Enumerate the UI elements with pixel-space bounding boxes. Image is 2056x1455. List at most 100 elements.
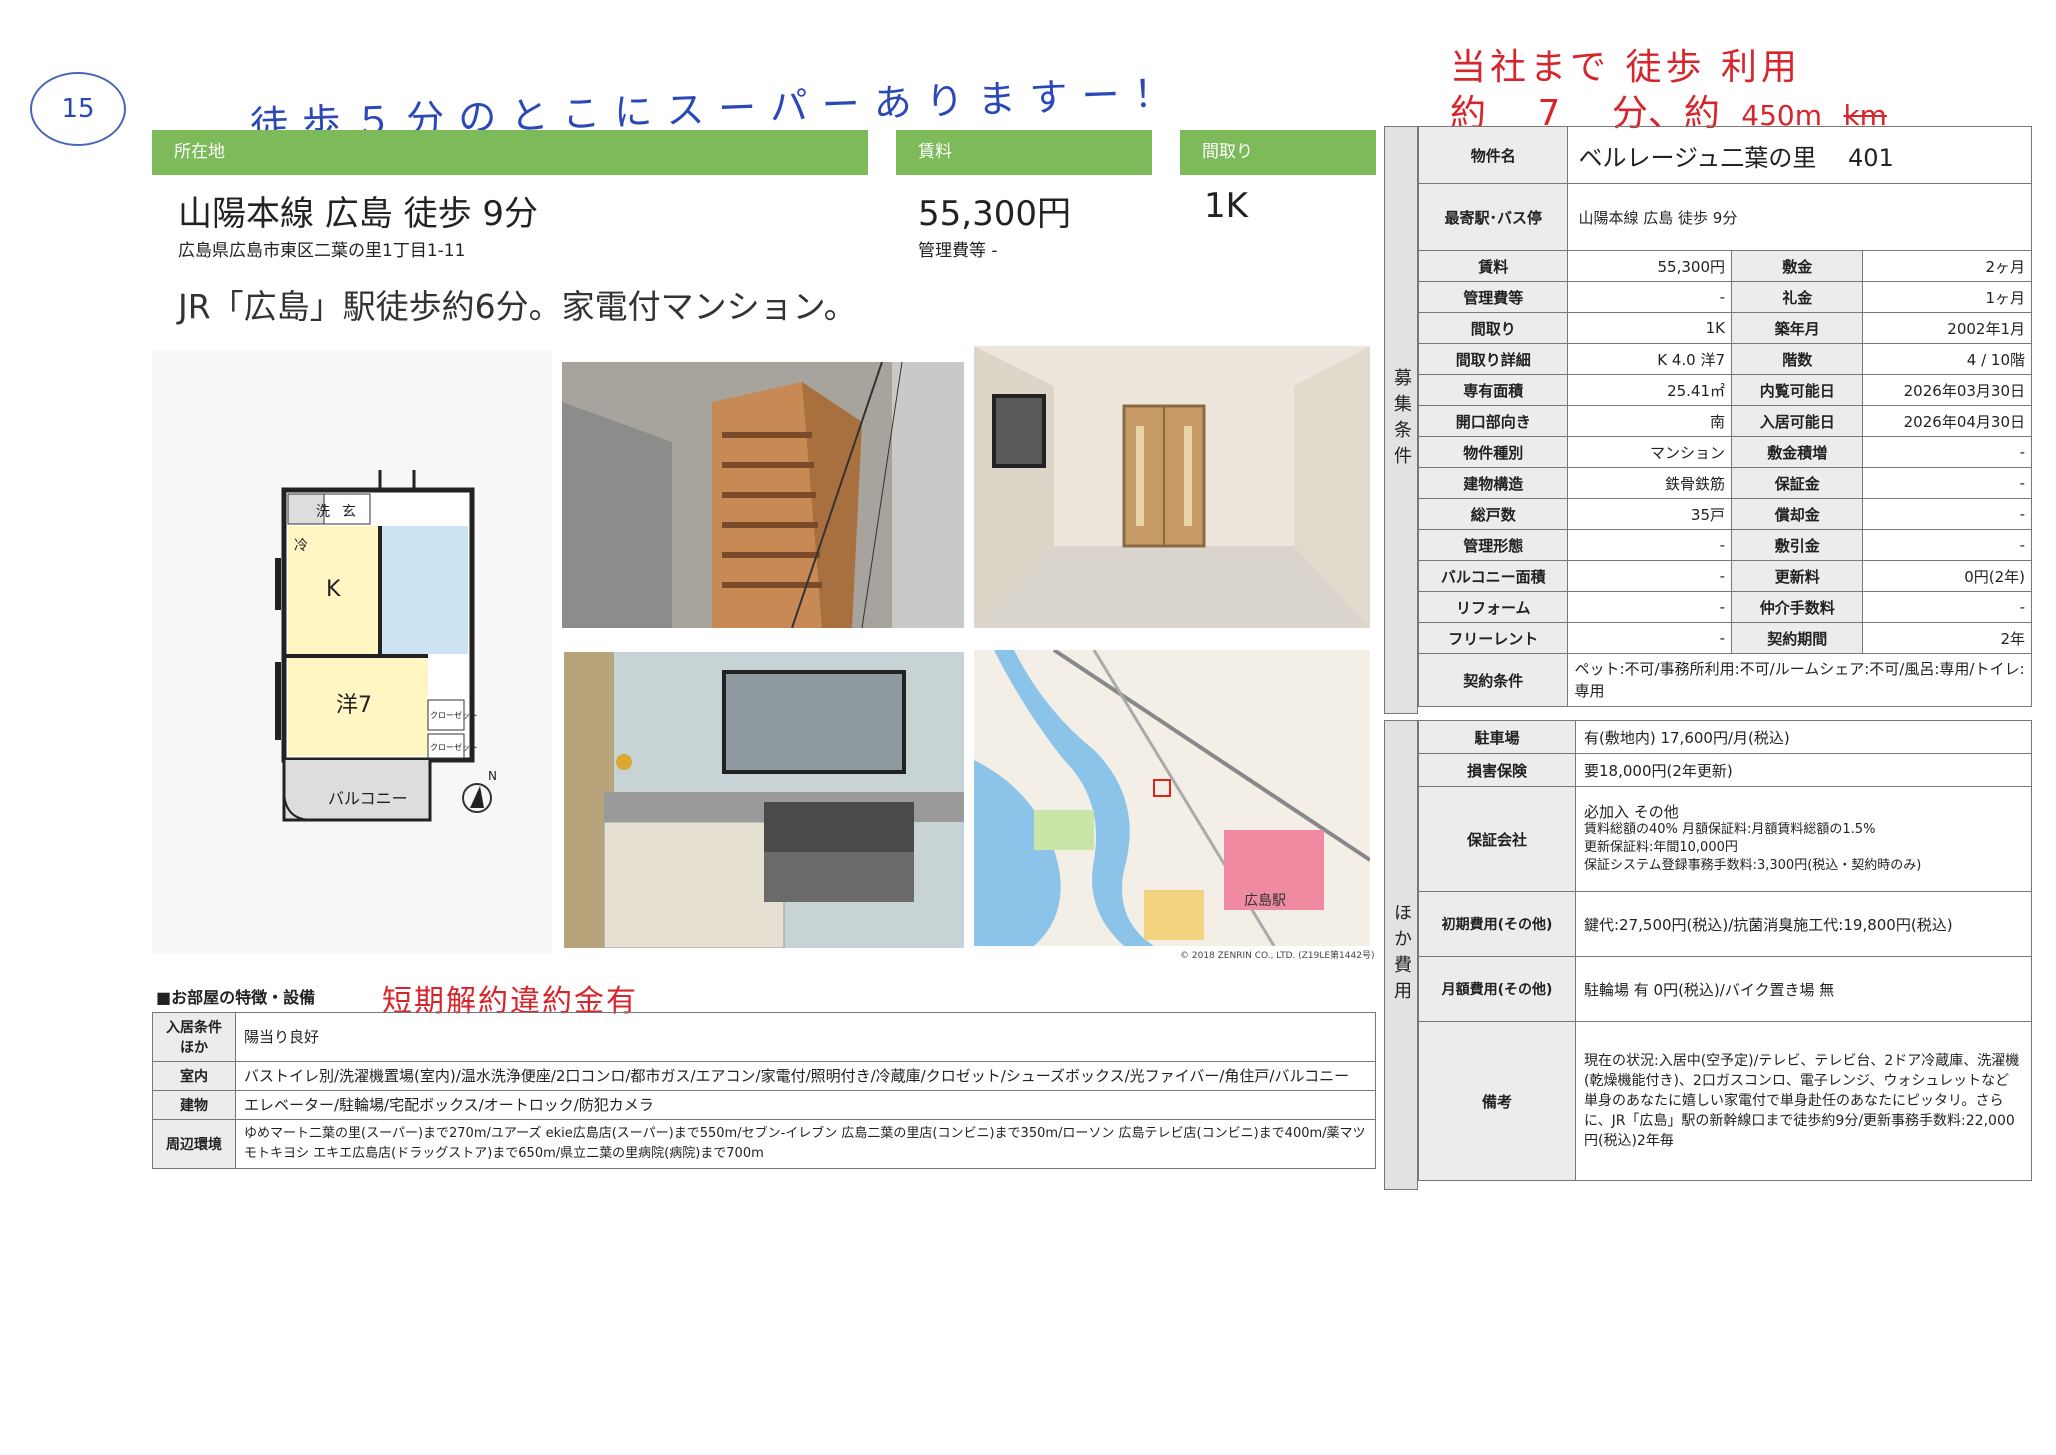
property-name: ベルレージュ二葉の里 401 bbox=[1567, 126, 2032, 184]
initial-cost-value: 鍵代:27,500円(税込)/抗菌消臭施工代:19,800円(税込) bbox=[1575, 891, 2032, 957]
handwritten-company-line1: 当社まで 徒歩 利用 bbox=[1450, 38, 1801, 90]
spec-value: - bbox=[1567, 529, 1733, 561]
guarantor-line-4: 保証システム登録事務手数料:3,300円(税込・契約時のみ) bbox=[1584, 858, 1922, 873]
spec-label: リフォーム bbox=[1417, 591, 1569, 623]
other-fees-table: 駐車場 有(敷地内) 17,600円/月(税込) 損害保険 要18,000円(2年更… bbox=[1418, 720, 2032, 1181]
property-name-label: 物件名 bbox=[1417, 126, 1569, 184]
spec-label: 階数 bbox=[1731, 343, 1864, 375]
guarantor-value: 必加入 その他 賃料総額の40% 月額保証料:月額賃料総額の1.5% 更新保証料… bbox=[1575, 786, 2032, 892]
spec-label: 管理形態 bbox=[1417, 529, 1569, 561]
room-photo-svg bbox=[974, 346, 1370, 628]
spec-value: - bbox=[1567, 281, 1733, 313]
spec-label: 総戸数 bbox=[1417, 498, 1569, 530]
other-fees-side-label: ほか費用 bbox=[1384, 720, 1418, 1190]
fp-balcony: バルコニー bbox=[328, 789, 408, 808]
spec-row: 開口部向き南入居可能日 2026年04月30日 bbox=[1417, 405, 2032, 437]
fp-entrance: 玄 bbox=[342, 503, 356, 520]
station-access: 山陽本線 広島 徒歩 9分 bbox=[178, 194, 539, 234]
spec-label: 償却金 bbox=[1731, 498, 1864, 530]
features-rows: 入居条件ほか 陽当り良好 室内 バストイレ別/洗濯機置場(室内)/温水洗浄便座/2口コ… bbox=[152, 1012, 1376, 1169]
spec-label: 建物構造 bbox=[1417, 467, 1569, 499]
spec-row: リフォーム - 仲介手数料 - bbox=[1417, 591, 2032, 623]
spec-value: K 4.0 洋7 bbox=[1567, 343, 1733, 375]
spec-value: 35戸 bbox=[1567, 498, 1733, 530]
spec-label: 仲介手数料 bbox=[1731, 591, 1864, 623]
building-photo bbox=[562, 362, 964, 628]
nearest-station: 山陽本線 広島 徒歩 9分 bbox=[1567, 183, 2032, 251]
fp-washer: 洗 bbox=[316, 504, 330, 520]
contract-label: 契約条件 bbox=[1417, 653, 1569, 707]
spec-label: バルコニー面積 bbox=[1417, 560, 1569, 592]
spec-row: 専有面積 25.41㎡ 内覧可能日 2026年03月30日 bbox=[1417, 374, 2032, 406]
rent-value: 55,300円 bbox=[918, 194, 1071, 234]
spec-value: - bbox=[1567, 622, 1733, 654]
guarantor-line-3: 更新保証料:年間10,000円 bbox=[1584, 840, 1738, 855]
spec-value: 南 bbox=[1567, 405, 1733, 437]
fp-closet-1: クローゼット bbox=[430, 710, 478, 720]
recruit-side-label: 募集条件 bbox=[1384, 126, 1418, 714]
spec-label: 築年月 bbox=[1731, 312, 1864, 344]
kitchen-photo-svg bbox=[564, 652, 964, 948]
spec-rows: 賃料 55,300円 敷金 2ヶ月 管理費等 - 礼金 1ヶ月 間取り 1K 築年月 2002年1月間… bbox=[1417, 250, 2032, 654]
contract-terms: ペット:不可/事務所利用:不可/ルームシェア:不可/風呂:専用/トイレ:専用 bbox=[1567, 653, 2032, 707]
feature-row: 入居条件ほか 陽当り良好 bbox=[152, 1012, 1376, 1062]
spec-row: 建物構造 鉄骨鉄筋 保証金 - bbox=[1417, 467, 2032, 499]
spec-value: 2002年1月 bbox=[1862, 312, 2032, 344]
rent-label: 賃料 bbox=[896, 130, 1152, 175]
map-station: 広島駅 bbox=[1244, 893, 1286, 909]
map-credit: © 2018 ZENRIN CO., LTD. (Z19LE第1442号) bbox=[1180, 951, 1375, 961]
features-table: 入居条件ほか 陽当り良好 室内 バストイレ別/洗濯機置場(室内)/温水洗浄便座/2口コ… bbox=[152, 1012, 1376, 1169]
spec-row: フリーレント - 契約期間 2年 bbox=[1417, 622, 2032, 654]
fp-kitchen: K bbox=[326, 577, 341, 602]
insurance-value: 要18,000円(2年更新) bbox=[1575, 753, 2032, 787]
floorplan-drawing: 洗 玄 冷 K 洋7 クローゼット クローゼット バルコニー N bbox=[275, 470, 497, 822]
feature-label: 建物 bbox=[152, 1090, 236, 1120]
spec-value: - bbox=[1567, 560, 1733, 592]
spec-value: 2ヶ月 bbox=[1862, 250, 2032, 282]
spec-label: 間取り詳細 bbox=[1417, 343, 1569, 375]
room-photo bbox=[974, 346, 1370, 628]
spec-value: 25.41㎡ bbox=[1567, 374, 1733, 406]
spec-table: 物件名 ベルレージュ二葉の里 401 最寄駅･バス停 山陽本線 広島 徒歩 9分… bbox=[1417, 126, 2032, 707]
fp-closet-2: クローゼット bbox=[430, 742, 478, 752]
parking-value: 有(敷地内) 17,600円/月(税込) bbox=[1575, 720, 2032, 754]
feature-label: 室内 bbox=[152, 1061, 236, 1091]
spec-value: - bbox=[1862, 498, 2032, 530]
spec-row: 管理費等 - 礼金 1ヶ月 bbox=[1417, 281, 2032, 313]
remarks-label: 備考 bbox=[1418, 1021, 1576, 1181]
address: 広島県広島市東区二葉の里1丁目1-11 bbox=[178, 241, 466, 261]
page-number: 15 bbox=[61, 94, 95, 124]
spec-value: - bbox=[1862, 529, 2032, 561]
feature-row: 建物 エレベーター/駐輪場/宅配ボックス/オートロック/防犯カメラ bbox=[152, 1090, 1376, 1120]
feature-row: 室内 バストイレ別/洗濯機置場(室内)/温水洗浄便座/2口コンロ/都市ガス/エアコ… bbox=[152, 1061, 1376, 1091]
features-title: ■お部屋の特徴・設備 bbox=[156, 988, 316, 1007]
guarantor-line-1: 必加入 その他 bbox=[1584, 803, 1679, 821]
mgmt-fee: 管理費等 - bbox=[918, 241, 998, 261]
spec-row: 賃料 55,300円 敷金 2ヶ月 bbox=[1417, 250, 2032, 282]
spec-label: 礼金 bbox=[1731, 281, 1864, 313]
parking-label: 駐車場 bbox=[1418, 720, 1576, 754]
nearest-label: 最寄駅･バス停 bbox=[1417, 183, 1569, 251]
feature-label: 周辺環境 bbox=[152, 1119, 236, 1169]
feature-value: エレベーター/駐輪場/宅配ボックス/オートロック/防犯カメラ bbox=[235, 1090, 1376, 1120]
spec-label: 管理費等 bbox=[1417, 281, 1569, 313]
feature-value: 陽当り良好 bbox=[235, 1012, 1376, 1062]
spec-value: 鉄骨鉄筋 bbox=[1567, 467, 1733, 499]
spec-value: - bbox=[1862, 436, 2032, 468]
spec-row: 管理形態 - 敷引金 - bbox=[1417, 529, 2032, 561]
guarantor-line-2: 賃料総額の40% 月額保証料:月額賃料総額の1.5% bbox=[1584, 822, 1876, 837]
spec-value: 55,300円 bbox=[1567, 250, 1733, 282]
page-number-circle: 15 bbox=[30, 72, 126, 146]
spec-value: 1K bbox=[1567, 312, 1733, 344]
spec-value: - bbox=[1862, 467, 2032, 499]
spec-row: バルコニー面積 - 更新料 0円(2年) bbox=[1417, 560, 2032, 592]
spec-value: マンション bbox=[1567, 436, 1733, 468]
spec-label: 敷引金 bbox=[1731, 529, 1864, 561]
fp-fridge: 冷 bbox=[294, 538, 308, 554]
spec-label: 敷金積増 bbox=[1731, 436, 1864, 468]
area-map: 広島駅 bbox=[974, 650, 1370, 946]
layout-value: 1K bbox=[1204, 186, 1248, 226]
spec-value: 2026年04月30日 bbox=[1862, 405, 2032, 437]
building-photo-svg bbox=[562, 362, 964, 628]
company-line1-text: 当社まで 徒歩 利用 bbox=[1450, 47, 1801, 88]
